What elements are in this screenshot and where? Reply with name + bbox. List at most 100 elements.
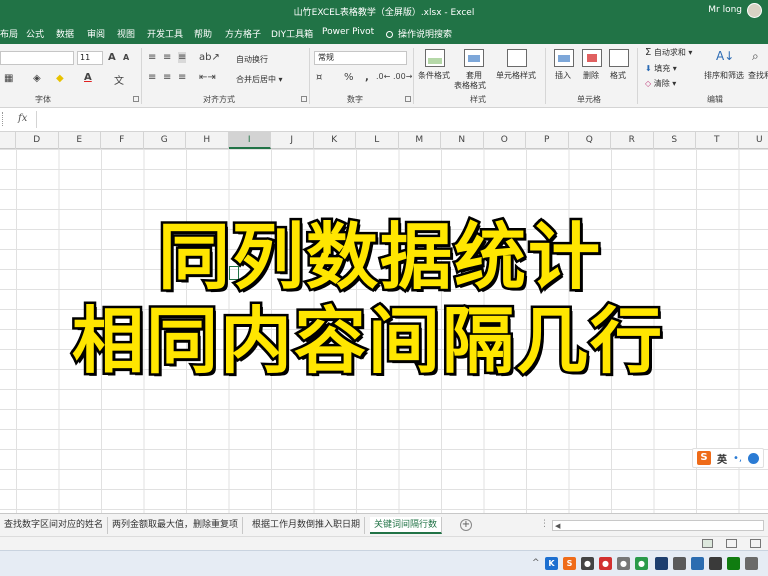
tab-view[interactable]: 视图	[117, 27, 135, 40]
font-shrink-button[interactable]: A	[123, 53, 129, 62]
tell-me-search[interactable]: 操作说明搜索	[386, 27, 452, 40]
column-header[interactable]: S	[654, 132, 696, 149]
column-header[interactable]: T	[696, 132, 739, 149]
column-header[interactable]: J	[271, 132, 314, 149]
tray-icon-app[interactable]: ●	[599, 557, 612, 570]
tab-power-pivot[interactable]: Power Pivot	[322, 27, 374, 37]
avatar[interactable]	[747, 3, 762, 18]
tray-icon-app[interactable]: ●	[635, 557, 648, 570]
sheet-tab[interactable]: 根据工作月数倒推入职日期	[248, 517, 366, 534]
name-box-splitter[interactable]	[2, 112, 6, 126]
increase-decimal-icon[interactable]: .0←	[376, 72, 390, 81]
tray-icon-app[interactable]	[655, 557, 668, 570]
tab-layout[interactable]: 布局	[0, 27, 18, 40]
page-layout-icon[interactable]	[726, 539, 737, 548]
align-top-icon[interactable]: ≡	[148, 52, 156, 63]
clear-button[interactable]: ◇ 清除 ▾	[645, 78, 676, 89]
tab-developer[interactable]: 开发工具	[147, 27, 183, 40]
highlight-icon[interactable]: ◆	[56, 73, 64, 84]
delete-button[interactable]: 删除	[583, 70, 599, 81]
column-header[interactable]: I	[228, 132, 271, 149]
column-header[interactable]: U	[739, 132, 768, 149]
tray-expand-icon[interactable]: ^	[532, 558, 540, 568]
network-icon[interactable]	[691, 557, 704, 570]
column-header[interactable]: L	[356, 132, 399, 149]
ime-punctuation[interactable]: •,	[733, 453, 742, 464]
tab-help[interactable]: 帮助	[194, 27, 212, 40]
tray-icon-app[interactable]	[673, 557, 686, 570]
column-header[interactable]: Q	[569, 132, 611, 149]
tray-icon-app[interactable]: ●	[617, 557, 630, 570]
tray-icon-app[interactable]: ●	[581, 557, 594, 570]
page-break-icon[interactable]	[750, 539, 761, 548]
column-header[interactable]: G	[144, 132, 186, 149]
find-select-button[interactable]: 查找和	[748, 70, 768, 81]
emoji-icon[interactable]	[748, 452, 760, 464]
cell-styles-button[interactable]: 单元格样式	[496, 70, 536, 81]
fill-color-icon[interactable]: ◈	[33, 73, 41, 84]
currency-icon[interactable]: ¤	[316, 72, 322, 83]
formula-input[interactable]	[36, 111, 766, 128]
sort-filter-button[interactable]: 排序和筛选	[704, 70, 744, 81]
volume-icon[interactable]	[709, 557, 722, 570]
tray-icon-k[interactable]: K	[545, 557, 558, 570]
tab-data[interactable]: 数据	[56, 27, 74, 40]
tab-review[interactable]: 审阅	[87, 27, 105, 40]
insert-button[interactable]: 插入	[555, 70, 571, 81]
align-bottom-icon[interactable]: ≡	[178, 52, 187, 63]
notification-icon[interactable]	[745, 557, 758, 570]
align-middle-icon[interactable]: ≡	[163, 52, 171, 63]
align-right-icon[interactable]: ≡	[178, 72, 186, 83]
tray-icon-sogou[interactable]: S	[563, 557, 576, 570]
insert-function-button[interactable]: fx	[18, 113, 27, 124]
conditional-format-button[interactable]: 条件格式	[418, 70, 450, 81]
orientation-icon[interactable]: ab↗	[199, 52, 220, 63]
decrease-decimal-icon[interactable]: .00→	[393, 72, 412, 81]
column-header[interactable]: K	[314, 132, 356, 149]
format-button[interactable]: 格式	[610, 70, 626, 81]
column-header[interactable]: M	[399, 132, 441, 149]
column-header[interactable]: R	[611, 132, 654, 149]
select-all-corner[interactable]	[0, 132, 16, 149]
tray-icon-app[interactable]	[727, 557, 740, 570]
font-size-select[interactable]: 11	[77, 51, 103, 65]
font-dialog-launcher[interactable]	[133, 96, 139, 102]
percent-button[interactable]: %	[344, 72, 354, 83]
number-format-select[interactable]: 常规	[314, 51, 407, 65]
scroll-left-icon[interactable]: ◀	[555, 522, 560, 530]
add-sheet-button[interactable]: +	[460, 519, 472, 531]
font-color-button[interactable]: A	[84, 72, 92, 83]
column-header[interactable]: O	[484, 132, 526, 149]
tab-diy-toolbox[interactable]: DIY工具箱	[271, 27, 313, 40]
autosum-button[interactable]: Σ 自动求和 ▾	[645, 47, 692, 58]
fill-button[interactable]: ⬇ 填充 ▾	[645, 63, 677, 74]
number-dialog-launcher[interactable]	[405, 96, 411, 102]
horizontal-scrollbar[interactable]: ◀	[552, 520, 764, 531]
align-left-icon[interactable]: ≡	[148, 72, 156, 83]
column-header[interactable]: E	[59, 132, 101, 149]
indent-icon[interactable]: ⇤⇥	[199, 72, 216, 83]
column-header[interactable]: D	[16, 132, 59, 149]
wrap-text-button[interactable]: 自动换行	[236, 54, 268, 65]
normal-view-icon[interactable]	[702, 539, 713, 548]
comma-button[interactable]: ,	[365, 72, 369, 83]
sheet-tab-active[interactable]: 关键词间隔行数	[370, 517, 443, 534]
merge-center-button[interactable]: 合并后居中 ▾	[236, 74, 283, 85]
tab-fangfang[interactable]: 方方格子	[225, 27, 261, 40]
column-header[interactable]: F	[101, 132, 144, 149]
border-icon[interactable]: ▦	[4, 73, 13, 84]
font-name-select[interactable]	[0, 51, 74, 65]
ime-mode[interactable]: 英	[717, 451, 727, 466]
user-name[interactable]: Mr long	[708, 5, 742, 15]
column-header[interactable]: P	[526, 132, 569, 149]
sheet-tab[interactable]: 两列金额取最大值，删除重复项	[108, 517, 244, 534]
sheet-tab[interactable]: 查找数字区间对应的姓名	[0, 517, 109, 534]
alignment-dialog-launcher[interactable]	[301, 96, 307, 102]
align-center-icon[interactable]: ≡	[163, 72, 171, 83]
column-header[interactable]: H	[186, 132, 229, 149]
more-options-icon[interactable]: ⋮	[540, 519, 549, 529]
tab-formulas[interactable]: 公式	[26, 27, 44, 40]
column-header[interactable]: N	[441, 132, 484, 149]
ime-toolbar[interactable]: S 英 •,	[692, 448, 765, 468]
font-grow-button[interactable]: A	[108, 52, 116, 63]
